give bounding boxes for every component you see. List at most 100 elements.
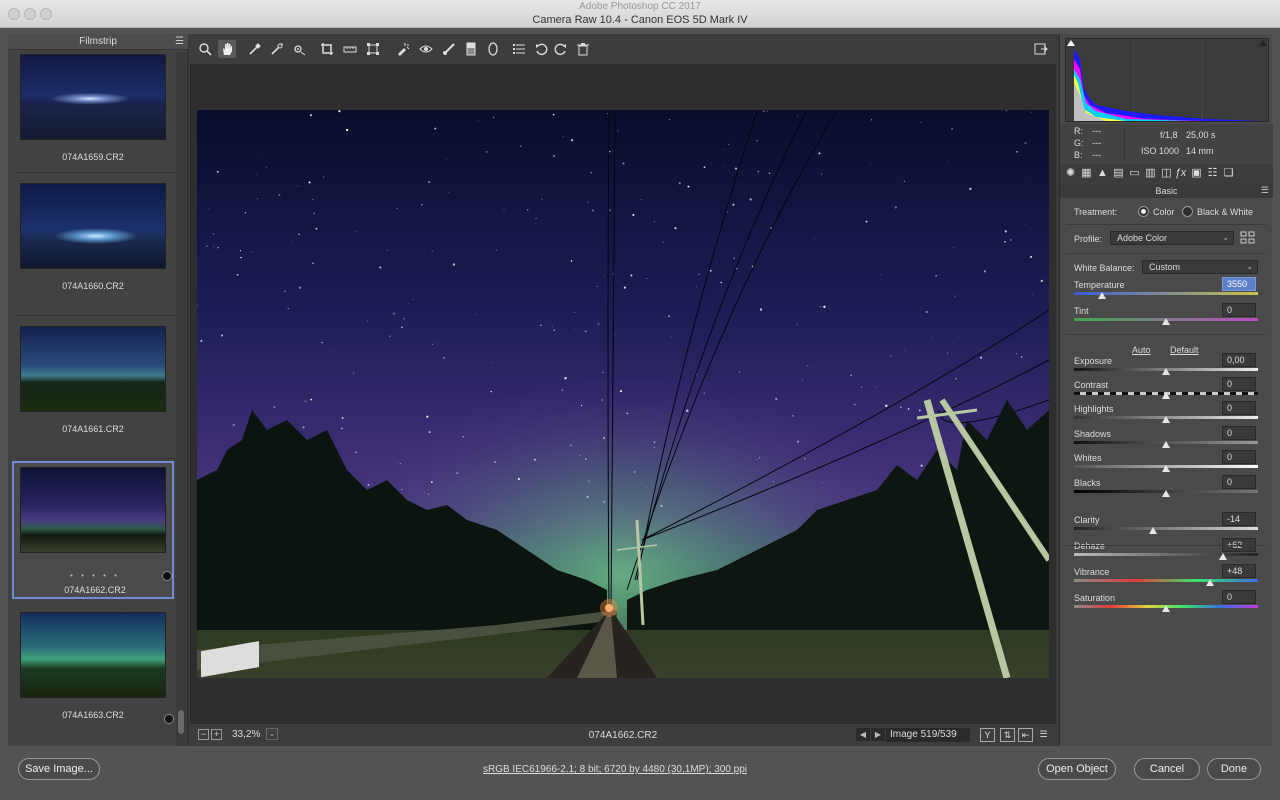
exposure-value-field[interactable]: 0,00	[1222, 353, 1256, 367]
highlight-clipping-warning-icon[interactable]	[1259, 40, 1267, 46]
shadow-clipping-warning-icon[interactable]	[1067, 40, 1075, 46]
temperature-value-field[interactable]: 3550	[1222, 277, 1256, 291]
white-balance-select[interactable]: Custom ⌄	[1142, 260, 1258, 274]
contrast-slider-handle[interactable]	[1162, 392, 1170, 399]
shadows-slider-handle[interactable]	[1162, 441, 1170, 448]
temperature-slider-handle[interactable]	[1097, 292, 1106, 299]
highlights-value-field[interactable]: 0	[1222, 401, 1256, 415]
adjustments-panel: R: --- G: --- B: --- f/1,8 25,00 s ISO 1…	[1059, 34, 1273, 746]
saturation-slider-handle[interactable]	[1162, 605, 1170, 612]
zoom-tool-icon[interactable]	[196, 40, 214, 58]
split-toning-icon[interactable]: ▭	[1128, 167, 1141, 180]
vibrance-slider-track[interactable]	[1074, 579, 1258, 582]
image-preview[interactable]	[197, 110, 1049, 678]
clarity-slider-track[interactable]	[1074, 527, 1258, 530]
adjustment-brush-icon[interactable]	[440, 40, 458, 58]
rotate-left-icon[interactable]	[532, 40, 550, 58]
b-value: ---	[1092, 150, 1101, 160]
radial-filter-icon[interactable]	[484, 40, 502, 58]
filmstrip-menu-icon[interactable]: ☰	[175, 37, 184, 47]
filmstrip-scrollbar[interactable]	[176, 52, 186, 746]
hand-tool-icon[interactable]	[218, 40, 236, 58]
crop-tool-icon[interactable]	[318, 40, 336, 58]
presets-icon[interactable]: ☷	[1206, 167, 1219, 180]
graduated-filter-icon[interactable]	[462, 40, 480, 58]
next-image-icon[interactable]: ▶	[871, 728, 885, 741]
basic-panel-icon[interactable]: ✺	[1064, 167, 1077, 180]
tint-slider-handle[interactable]	[1162, 318, 1170, 325]
swap-settings-icon[interactable]: ⇅	[1000, 728, 1015, 742]
white-balance-tool-icon[interactable]	[246, 40, 264, 58]
profile-select[interactable]: Adobe Color ⌄	[1110, 231, 1234, 245]
rotate-right-icon[interactable]	[552, 40, 570, 58]
whites-label: Whites	[1074, 453, 1102, 463]
snapshots-icon[interactable]: ❏	[1222, 167, 1235, 180]
profile-label: Profile:	[1074, 234, 1103, 244]
blacks-slider-handle[interactable]	[1162, 490, 1170, 497]
delete-icon[interactable]	[574, 40, 592, 58]
filmstrip-item[interactable]: 074A1660.CR2	[12, 177, 174, 315]
open-object-button[interactable]: Open Object	[1038, 758, 1116, 780]
shadows-value-field[interactable]: 0	[1222, 426, 1256, 440]
filmstrip-item[interactable]: 074A1661.CR2	[12, 320, 174, 458]
clarity-label: Clarity	[1074, 515, 1100, 525]
tint-label: Tint	[1074, 306, 1089, 316]
dehaze-slider-track[interactable]	[1074, 553, 1258, 556]
contrast-value-field[interactable]: 0	[1222, 377, 1256, 391]
hsl-icon[interactable]: ▤	[1112, 167, 1125, 180]
tone-curve-icon[interactable]: ▦	[1080, 167, 1093, 180]
vibrance-value-field[interactable]: +48	[1222, 564, 1256, 578]
vibrance-slider-handle[interactable]	[1206, 579, 1215, 586]
auto-link[interactable]: Auto	[1132, 345, 1151, 355]
highlights-slider-handle[interactable]	[1162, 416, 1170, 423]
whites-slider-handle[interactable]	[1162, 465, 1170, 472]
preview-preferences-icon[interactable]: ☰	[1036, 728, 1051, 742]
previous-image-icon[interactable]: ◀	[856, 728, 870, 741]
filmstrip-item[interactable]: 074A1659.CR2	[12, 48, 174, 186]
before-after-y-icon[interactable]: Y	[980, 728, 995, 742]
copy-settings-icon[interactable]: ⇤	[1018, 728, 1033, 742]
transform-tool-icon[interactable]	[364, 40, 382, 58]
treatment-color-radio[interactable]	[1138, 206, 1149, 217]
targeted-adjustment-tool-icon[interactable]	[290, 40, 308, 58]
done-button[interactable]: Done	[1207, 758, 1261, 780]
effects-fx-icon[interactable]: ƒx	[1174, 167, 1187, 180]
preferences-icon[interactable]	[510, 40, 528, 58]
saturation-label: Saturation	[1074, 593, 1116, 603]
treatment-bw-label[interactable]: Black & White	[1197, 207, 1253, 217]
saturation-value-field[interactable]: 0	[1222, 590, 1256, 604]
detail-icon[interactable]: ▲	[1096, 167, 1109, 180]
lens-corrections-icon[interactable]: ▥	[1144, 167, 1157, 180]
cancel-button[interactable]: Cancel	[1134, 758, 1200, 780]
default-link[interactable]: Default	[1170, 345, 1199, 355]
exposure-label: Exposure	[1074, 356, 1113, 366]
transform-panel-icon[interactable]: ◫	[1160, 167, 1173, 180]
clarity-value-field[interactable]: -14	[1222, 512, 1256, 526]
rgb-and-exif-info: R: --- G: --- B: --- f/1,8 25,00 s ISO 1…	[1060, 124, 1273, 164]
tool-bar	[190, 34, 1056, 64]
panel-menu-icon[interactable]: ☰	[1261, 186, 1269, 195]
iso: ISO 1000	[1141, 146, 1180, 156]
red-eye-tool-icon[interactable]	[417, 40, 435, 58]
filmstrip-item-selected[interactable]: • • • • • 074A1662.CR2	[12, 461, 174, 599]
camera-calibration-icon[interactable]: ▣	[1190, 167, 1203, 180]
scrollbar-thumb[interactable]	[178, 710, 184, 734]
thumbnail-image	[20, 183, 166, 269]
tint-value-field[interactable]: 0	[1222, 303, 1256, 317]
rating-dots[interactable]: • • • • •	[14, 571, 176, 580]
fullscreen-toggle-icon[interactable]	[1032, 40, 1050, 58]
blacks-value-field[interactable]: 0	[1222, 475, 1256, 489]
treatment-color-label[interactable]: Color	[1153, 207, 1175, 217]
spot-removal-tool-icon[interactable]	[394, 40, 412, 58]
highlights-label: Highlights	[1074, 404, 1114, 414]
dehaze-slider-handle[interactable]	[1219, 553, 1228, 560]
color-sampler-tool-icon[interactable]	[268, 40, 286, 58]
filmstrip-title: Filmstrip	[79, 36, 117, 47]
profile-browser-grid-icon[interactable]	[1240, 231, 1256, 245]
straighten-tool-icon[interactable]	[341, 40, 359, 58]
whites-value-field[interactable]: 0	[1222, 450, 1256, 464]
exposure-slider-handle[interactable]	[1162, 368, 1170, 375]
treatment-bw-radio[interactable]	[1182, 206, 1193, 217]
clarity-slider-handle[interactable]	[1149, 527, 1158, 534]
filmstrip-item[interactable]: 074A1663.CR2	[12, 606, 174, 744]
